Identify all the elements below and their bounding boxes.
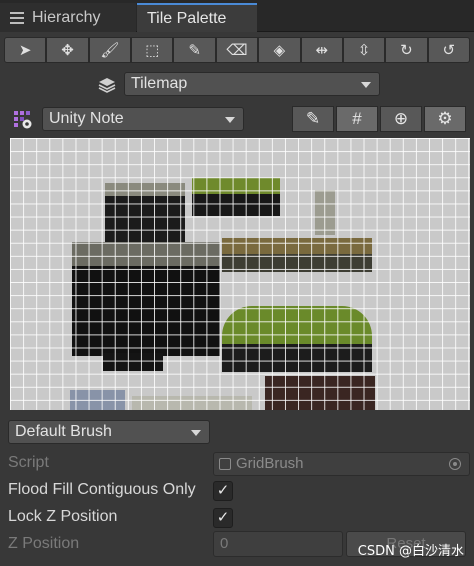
select-icon: ➤ (18, 42, 32, 59)
rotate-cw-icon: ↻ (400, 42, 413, 59)
brush-icon: 🖌 (100, 42, 120, 59)
palette-dropdown[interactable]: Unity Note (42, 107, 244, 131)
flip-x-tool-button[interactable]: ⇹ (300, 37, 343, 63)
tab-tile-palette[interactable]: Tile Palette (137, 3, 257, 32)
eraser-icon: ⌫ (226, 42, 248, 59)
palette-row: Unity Note ✎ # ⊕ ⚙ (0, 106, 474, 134)
fill-tool-button[interactable]: ◈ (258, 37, 301, 63)
script-icon (219, 458, 231, 470)
flip-y-icon: ⇳ (357, 42, 371, 59)
tab-bar: Hierarchy Tile Palette (0, 0, 474, 32)
palette-settings-button[interactable]: ⚙ (424, 106, 466, 132)
palette-dropdown-value: Unity Note (49, 110, 124, 127)
toggle-gizmos-button[interactable]: ⊕ (380, 106, 422, 132)
brush-dropdown[interactable]: Default Brush (8, 420, 210, 444)
hamburger-icon (10, 9, 24, 27)
picker-icon: ✎ (188, 42, 201, 59)
checkmark-icon: ✓ (216, 509, 230, 526)
tab-hierarchy[interactable]: Hierarchy (0, 3, 136, 32)
select-tool-button[interactable]: ➤ (4, 37, 47, 63)
tab-hierarchy-label: Hierarchy (32, 8, 101, 26)
z-position-input[interactable]: 0 (213, 531, 343, 557)
rotate-ccw-icon: ↺ (442, 42, 456, 59)
tilemap-dropdown-value: Tilemap (131, 75, 188, 92)
move-tool-button[interactable]: ✥ (46, 37, 89, 63)
lock-z-checkbox[interactable]: ✓ (213, 508, 233, 528)
script-field: GridBrush (213, 452, 470, 476)
layers-icon (98, 76, 116, 94)
object-picker-icon[interactable] (449, 458, 461, 470)
fill-bucket-icon: ◈ (273, 42, 286, 59)
toggle-grid-button[interactable]: # (336, 106, 378, 132)
paint-tool-button[interactable]: 🖌 (88, 37, 132, 63)
flip-x-icon: ⇹ (315, 42, 328, 59)
active-tilemap-row: Tilemap (0, 72, 474, 98)
box-fill-tool-button[interactable]: ⬚ (131, 37, 174, 63)
chevron-down-icon (191, 430, 201, 436)
checkmark-icon: ✓ (216, 482, 230, 499)
z-position-label: Z Position (8, 535, 80, 552)
flood-fill-label: Flood Fill Contiguous Only (8, 481, 196, 498)
tile-palette-canvas[interactable] (10, 138, 470, 410)
rotate-ccw-tool-button[interactable]: ↺ (427, 37, 470, 63)
watermark: CSDN @白沙清水 (357, 544, 464, 559)
tool-toolbar: ➤ ✥ 🖌 ⬚ ✎ ⌫ ◈ ⇹ ⇳ ↻ ↺ (4, 37, 470, 63)
flip-y-tool-button[interactable]: ⇳ (342, 37, 386, 63)
box-fill-icon: ⬚ (145, 42, 160, 59)
lock-z-label: Lock Z Position (8, 508, 118, 525)
brush-dropdown-value: Default Brush (15, 423, 112, 440)
rotate-cw-tool-button[interactable]: ↻ (385, 37, 428, 63)
palette-grid (10, 138, 470, 410)
picker-tool-button[interactable]: ✎ (173, 37, 216, 63)
tilemap-dropdown[interactable]: Tilemap (124, 72, 380, 96)
move-icon: ✥ (61, 42, 74, 59)
script-value: GridBrush (236, 455, 304, 472)
settings-icon: ⚙ (437, 109, 453, 128)
script-label: Script (8, 454, 49, 471)
chevron-down-icon (361, 82, 371, 88)
chevron-down-icon (225, 117, 235, 123)
gizmo-icon: ⊕ (393, 109, 409, 128)
edit-icon: ✎ (305, 109, 321, 128)
grid-icon: # (352, 109, 362, 128)
edit-palette-button[interactable]: ✎ (292, 106, 334, 132)
palette-icon (13, 110, 33, 130)
flood-fill-checkbox[interactable]: ✓ (213, 481, 233, 501)
tab-tile-palette-label: Tile Palette (147, 9, 227, 27)
erase-tool-button[interactable]: ⌫ (215, 37, 259, 63)
